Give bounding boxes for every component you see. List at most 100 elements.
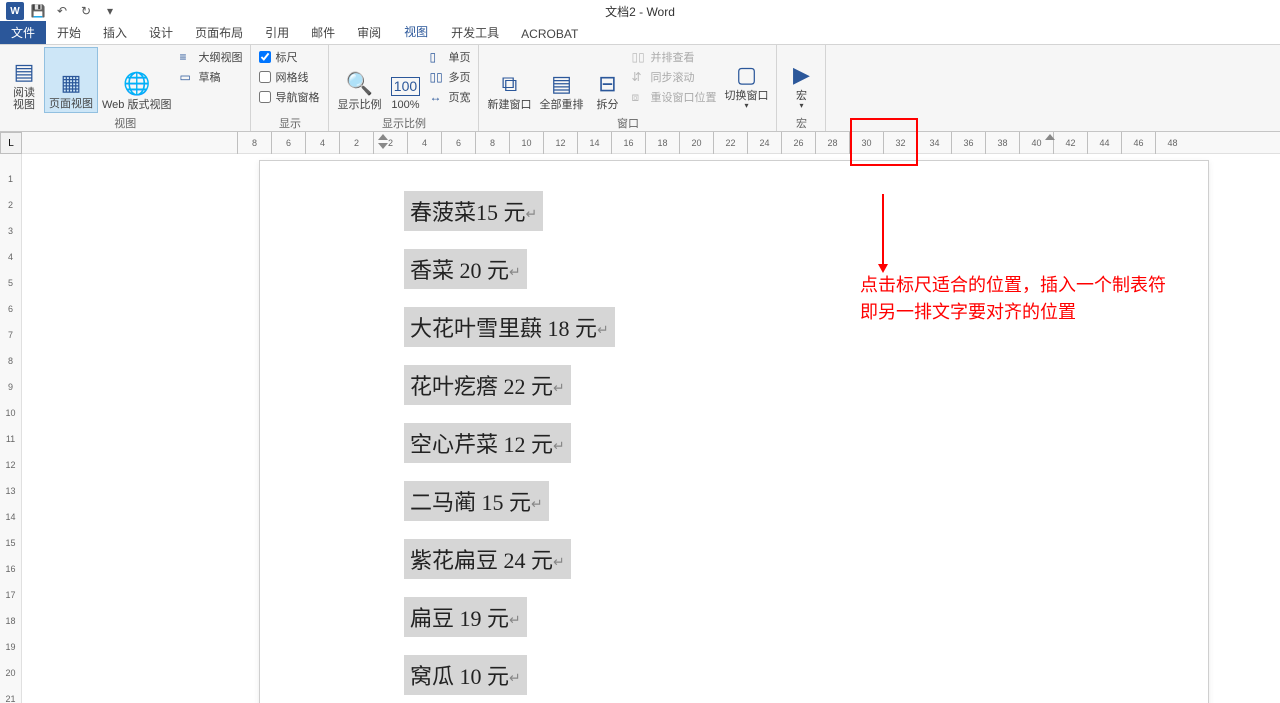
tab-selector[interactable]: L bbox=[0, 132, 22, 154]
read-mode-button[interactable]: ▤ 阅读 视图 bbox=[4, 47, 44, 113]
switch-windows-button[interactable]: ▢切换窗口▾ bbox=[720, 47, 772, 113]
page-width-button[interactable]: ↔页宽 bbox=[425, 87, 474, 107]
horizontal-ruler[interactable]: 8642246810121416182022242628303234363840… bbox=[22, 132, 1280, 154]
label: 页面视图 bbox=[49, 98, 93, 110]
print-layout-button[interactable]: ▦ 页面视图 bbox=[44, 47, 98, 113]
one-page-button[interactable]: ▯单页 bbox=[425, 47, 474, 67]
document-line[interactable]: 窝瓜 10 元↵ bbox=[404, 655, 527, 695]
hundred-icon: 100 bbox=[391, 77, 420, 96]
paragraph-mark: ↵ bbox=[597, 323, 609, 338]
arrange-icon: ▤ bbox=[551, 72, 572, 96]
ruler-check[interactable] bbox=[259, 51, 271, 63]
vruler-tick: 18 bbox=[0, 616, 21, 626]
group-show-label: 显示 bbox=[255, 115, 324, 131]
paragraph-mark: ↵ bbox=[509, 613, 521, 628]
vruler-tick: 1 bbox=[0, 174, 21, 184]
document-line[interactable]: 春菠菜15 元↵ bbox=[404, 191, 543, 231]
vruler-tick: 15 bbox=[0, 538, 21, 548]
grid-check[interactable] bbox=[259, 71, 271, 83]
document-line[interactable]: 大花叶雪里蕻 18 元↵ bbox=[404, 307, 615, 347]
tab-layout[interactable]: 页面布局 bbox=[184, 21, 254, 44]
document-body[interactable]: 春菠菜15 元↵ 香菜 20 元↵ 大花叶雪里蕻 18 元↵ 花叶疙瘩 22 元↵ 空心… bbox=[404, 161, 1208, 703]
arrange-all-button[interactable]: ▤全部重排 bbox=[535, 47, 587, 113]
tab-home[interactable]: 开始 bbox=[46, 21, 92, 44]
ruler-tick: 2 bbox=[339, 132, 373, 154]
ruler-tick: 28 bbox=[815, 132, 849, 154]
chevron-down-icon: ▾ bbox=[799, 102, 803, 111]
paragraph-mark: ↵ bbox=[553, 439, 565, 454]
multi-page-button[interactable]: ▯▯多页 bbox=[425, 67, 474, 87]
macros-button[interactable]: ▶宏▾ bbox=[781, 47, 821, 113]
annotation-line1: 点击标尺适合的位置，插入一个制表符 bbox=[860, 272, 1166, 299]
document-line[interactable]: 紫花扁豆 24 元↵ bbox=[404, 539, 571, 579]
vruler-tick: 6 bbox=[0, 304, 21, 314]
document-line[interactable]: 空心芹菜 12 元↵ bbox=[404, 423, 571, 463]
views-extra-col: ≡大纲视图 ▭草稿 bbox=[175, 47, 246, 113]
document-line[interactable]: 二马蔺 15 元↵ bbox=[404, 481, 549, 521]
paragraph-mark: ↵ bbox=[553, 381, 565, 396]
side-by-side-icon: ▯▯ bbox=[631, 50, 647, 64]
group-window-label: 窗口 bbox=[483, 115, 772, 131]
zoom-100-button[interactable]: 100 100% bbox=[385, 47, 425, 113]
reset-window-button[interactable]: ⧈重设窗口位置 bbox=[627, 87, 720, 107]
qat-more-icon[interactable]: ▾ bbox=[100, 1, 120, 21]
multi-page-icon: ▯▯ bbox=[429, 70, 445, 84]
new-window-icon: ⧉ bbox=[502, 72, 518, 96]
tab-developer[interactable]: 开发工具 bbox=[440, 21, 510, 44]
side-by-side-button[interactable]: ▯▯并排查看 bbox=[627, 47, 720, 67]
switch-windows-icon: ▢ bbox=[736, 63, 757, 87]
ruler-tick: 4 bbox=[305, 132, 339, 154]
ruler-checkbox[interactable]: 标尺 bbox=[255, 47, 323, 67]
ruler-tick: 8 bbox=[475, 132, 509, 154]
ruler-tick: 8 bbox=[237, 132, 271, 154]
document-line[interactable]: 扁豆 19 元↵ bbox=[404, 597, 527, 637]
tab-acrobat[interactable]: ACROBAT bbox=[510, 24, 589, 44]
gridlines-checkbox[interactable]: 网格线 bbox=[255, 67, 323, 87]
outline-view-button[interactable]: ≡大纲视图 bbox=[175, 47, 246, 67]
reset-window-icon: ⧈ bbox=[631, 90, 647, 105]
group-zoom-label: 显示比例 bbox=[333, 115, 474, 131]
new-window-button[interactable]: ⧉新建窗口 bbox=[483, 47, 535, 113]
undo-icon[interactable]: ↶ bbox=[52, 1, 72, 21]
page-area: 春菠菜15 元↵ 香菜 20 元↵ 大花叶雪里蕻 18 元↵ 花叶疙瘩 22 元↵ 空心… bbox=[22, 154, 1280, 703]
document-line[interactable]: 花叶疙瘩 22 元↵ bbox=[404, 365, 571, 405]
ruler-tick: 6 bbox=[271, 132, 305, 154]
ruler-tick: 46 bbox=[1121, 132, 1155, 154]
ribbon-tabs: 文件 开始 插入 设计 页面布局 引用 邮件 审阅 视图 开发工具 ACROBA… bbox=[0, 22, 1280, 44]
group-zoom: 🔍 显示比例 100 100% ▯单页 ▯▯多页 ↔页宽 显示比例 bbox=[329, 45, 479, 131]
draft-view-button[interactable]: ▭草稿 bbox=[175, 67, 246, 87]
split-button[interactable]: ⊟拆分 bbox=[587, 47, 627, 113]
nav-check[interactable] bbox=[259, 91, 271, 103]
vruler-tick: 20 bbox=[0, 668, 21, 678]
web-layout-button[interactable]: 🌐 Web 版式视图 bbox=[98, 47, 175, 113]
nav-pane-checkbox[interactable]: 导航窗格 bbox=[255, 87, 323, 107]
label: 阅读 bbox=[13, 87, 35, 99]
page: 春菠菜15 元↵ 香菜 20 元↵ 大花叶雪里蕻 18 元↵ 花叶疙瘩 22 元↵ 空心… bbox=[259, 160, 1209, 703]
zoom-button[interactable]: 🔍 显示比例 bbox=[333, 47, 385, 113]
vruler-tick: 10 bbox=[0, 408, 21, 418]
vruler-tick: 4 bbox=[0, 252, 21, 262]
vruler-tick: 14 bbox=[0, 512, 21, 522]
tab-design[interactable]: 设计 bbox=[138, 21, 184, 44]
tab-mail[interactable]: 邮件 bbox=[300, 21, 346, 44]
paragraph-mark: ↵ bbox=[531, 497, 543, 512]
read-mode-icon: ▤ bbox=[14, 60, 35, 84]
vruler-tick: 2 bbox=[0, 200, 21, 210]
group-window: ⧉新建窗口 ▤全部重排 ⊟拆分 ▯▯并排查看 ⇵同步滚动 ⧈重设窗口位置 ▢切换… bbox=[479, 45, 777, 131]
ruler-tick: 48 bbox=[1155, 132, 1189, 154]
tab-file[interactable]: 文件 bbox=[0, 21, 46, 44]
draft-icon: ▭ bbox=[179, 70, 195, 84]
tab-references[interactable]: 引用 bbox=[254, 21, 300, 44]
ruler-tick: 20 bbox=[679, 132, 713, 154]
tab-view[interactable]: 视图 bbox=[392, 19, 440, 44]
redo-icon[interactable]: ↻ bbox=[76, 1, 96, 21]
save-icon[interactable]: 💾 bbox=[28, 1, 48, 21]
document-line[interactable]: 香菜 20 元↵ bbox=[404, 249, 527, 289]
group-views: ▤ 阅读 视图 ▦ 页面视图 🌐 Web 版式视图 ≡大纲视图 ▭草稿 视图 bbox=[0, 45, 251, 131]
tab-review[interactable]: 审阅 bbox=[346, 21, 392, 44]
vruler-tick: 19 bbox=[0, 642, 21, 652]
tab-insert[interactable]: 插入 bbox=[92, 21, 138, 44]
vertical-ruler[interactable]: 123456789101112131415161718192021 bbox=[0, 154, 22, 703]
sync-scroll-button[interactable]: ⇵同步滚动 bbox=[627, 67, 720, 87]
vruler-tick: 21 bbox=[0, 694, 21, 703]
